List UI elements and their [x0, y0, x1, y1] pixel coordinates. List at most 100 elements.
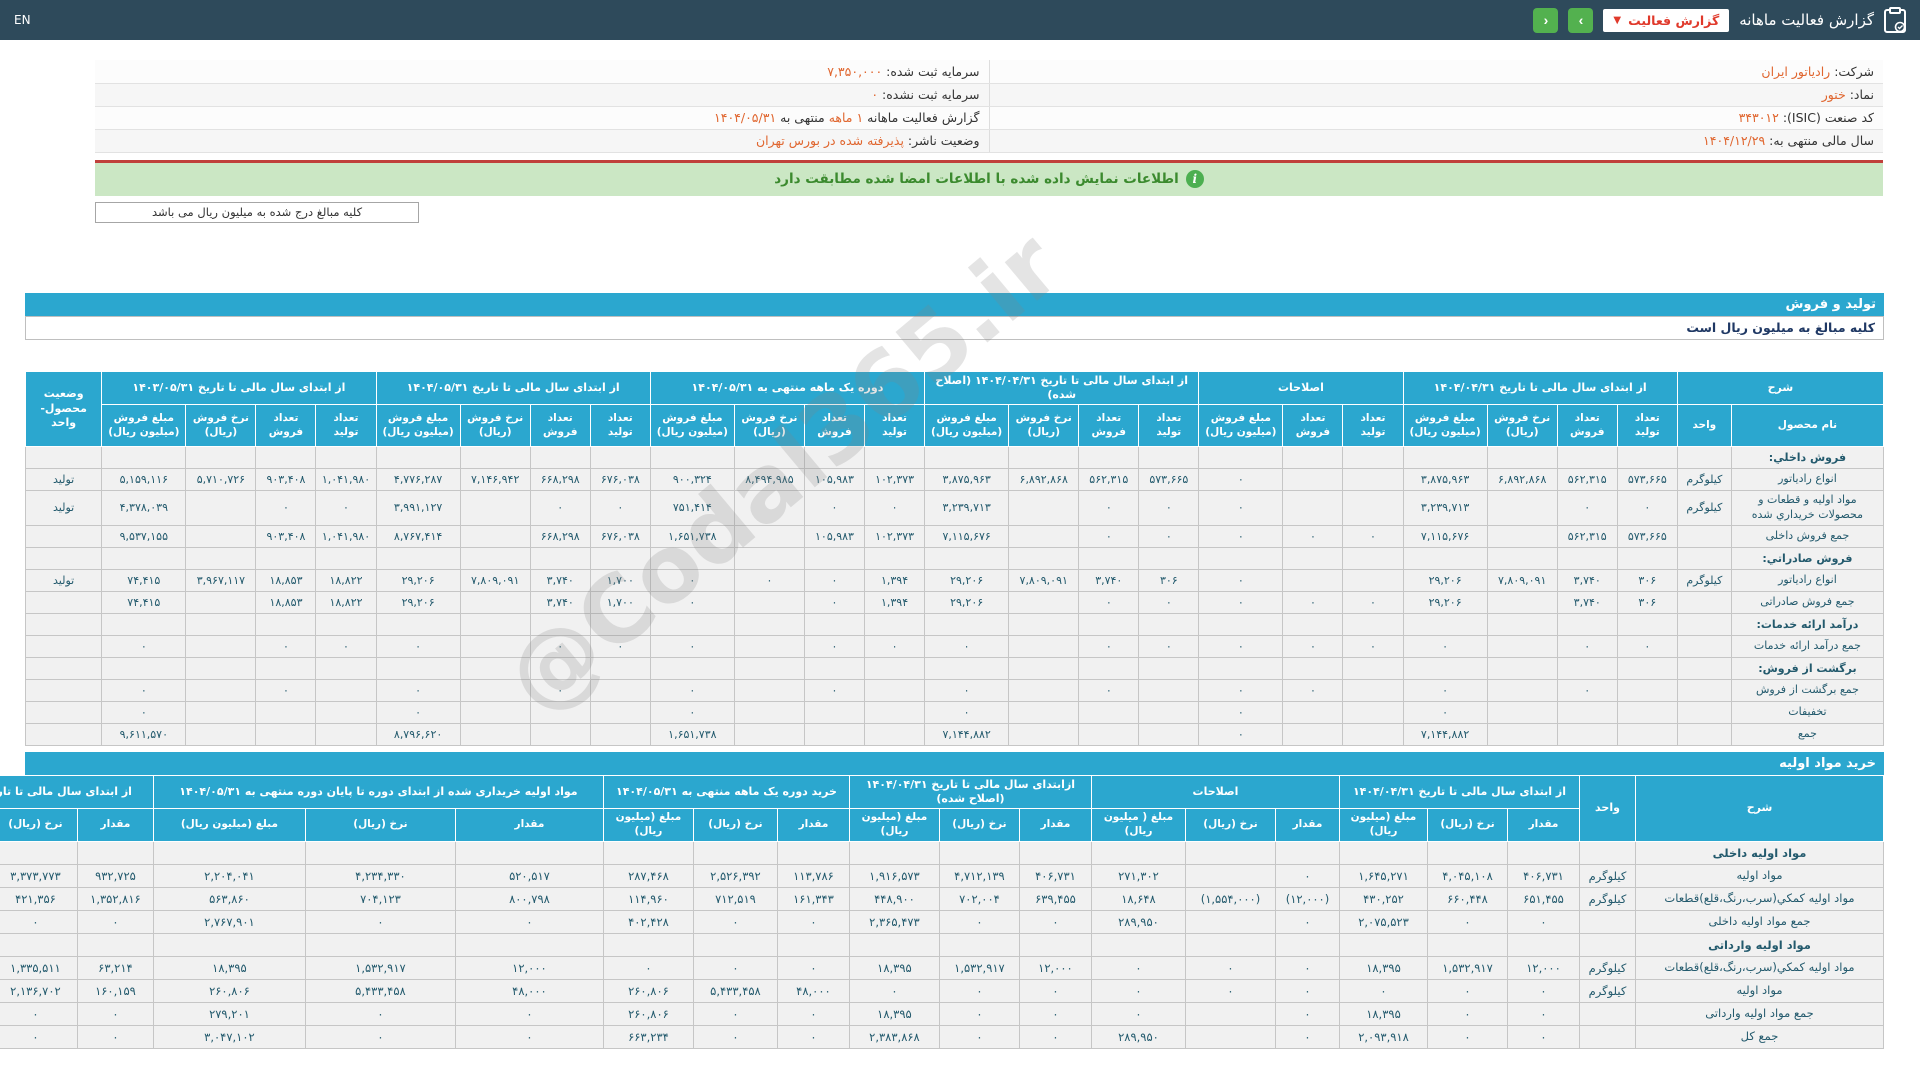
table-cell: ۰: [1507, 909, 1580, 934]
column-header: مبلغ ( میلیون ریال): [1090, 808, 1186, 842]
product-name-cell: جمع درآمد ارائه خدمات: [1730, 634, 1885, 658]
table-cell: [938, 840, 1020, 865]
column-header: تعداد فروش: [1556, 404, 1618, 448]
table-cell: ۰: [255, 634, 317, 658]
table-cell: ۴۸,۰۰۰: [776, 978, 850, 1003]
table-cell: ۰: [375, 678, 461, 702]
table-cell: ۶۷۶,۰۳۸: [589, 524, 651, 548]
table-cell: [1402, 546, 1488, 570]
table-cell: ۱۸,۸۲۲: [315, 568, 377, 592]
table-cell: [1556, 546, 1618, 570]
table-cell: ۰: [1274, 863, 1340, 888]
table-cell: ۱۸,۶۴۸: [1090, 886, 1186, 911]
section-row-label: فروش داخلي:: [1730, 446, 1885, 470]
table-cell: (۱۲,۰۰۰): [1274, 886, 1340, 911]
table-cell: ۰: [1427, 1001, 1508, 1026]
company-info-right-cell: کد صنعت (ISIC): ۳۴۳۰۱۲: [988, 106, 1883, 130]
status-cell: [24, 590, 103, 614]
table-cell: ۰: [1138, 524, 1200, 548]
column-group-header: از ابتدای سال مالی تا تاریخ ۱۴۰۳/۰۵/۳۱: [101, 370, 377, 406]
table-cell: [1402, 612, 1488, 636]
table-cell: [1198, 656, 1284, 680]
column-header: مبلغ (میلیون ریال): [602, 808, 694, 842]
report-type-button[interactable]: گزارش فعالیت ▼: [1603, 8, 1730, 32]
column-group-header: اصلاحات: [1198, 370, 1404, 406]
table-cell: [1008, 700, 1080, 724]
table-cell: [1579, 840, 1636, 865]
table-cell: ۰: [1090, 1001, 1186, 1026]
table-row: جمع فروش صادراتی ۳۰۶ ۳,۷۴۰ ۲۹,۲۰۶ ۰ ۰ ۰ ۰ ۰ ۲۹,۲۰…: [24, 590, 1885, 614]
table-cell: [185, 490, 257, 526]
table-cell: [733, 524, 805, 548]
table-cell: [1486, 612, 1558, 636]
table-cell: ۰: [529, 678, 591, 702]
table-cell: ۰: [1274, 955, 1340, 980]
table-cell: [1090, 932, 1186, 957]
table-cell: ۰: [1078, 490, 1140, 526]
table-cell: ۶,۸۹۲,۸۶۸: [1486, 468, 1558, 492]
table-cell: ۷۰۴,۱۲۳: [304, 886, 456, 911]
table-cell: [1282, 546, 1344, 570]
info-label: سال مالی منتهی به:: [1765, 133, 1874, 148]
table-cell: ۱۰۵,۹۸۳: [803, 468, 866, 492]
table-cell: [1507, 840, 1580, 865]
product-name-cell: مواد اولیه: [1635, 863, 1884, 888]
table-row: جمع مواد اولیه وارداتی ۰ ۰ ۱۸,۳۹۵ ۰ ۰ ۰ ۰ ۱۸,۳۹۵…: [0, 1001, 1884, 1026]
table-cell: [1342, 722, 1404, 746]
table-cell: ۲۹,۲۰۶: [1402, 590, 1488, 614]
table-cell: [1198, 612, 1284, 636]
table-cell: ۰: [1274, 1001, 1340, 1026]
table-cell: ۰: [1427, 978, 1508, 1003]
column-header: نرخ (ریال): [1427, 808, 1508, 842]
section-row: مواد اولیه داخلی: [0, 840, 1884, 865]
product-name-cell: جمع فروش داخلی: [1730, 524, 1885, 548]
table-cell: ۸,۷۶۷,۴۱۴: [375, 524, 461, 548]
table-cell: ۰: [1507, 1024, 1580, 1049]
table-cell: [589, 612, 651, 636]
table-cell: [848, 932, 940, 957]
table-cell: ۲۹,۲۰۶: [375, 590, 461, 614]
next-report-button[interactable]: ›: [1568, 7, 1594, 33]
product-name-cell: تخفیفات: [1730, 700, 1885, 724]
table-cell: ۱,۶۵۱,۷۳۸: [649, 524, 735, 548]
language-switch-link[interactable]: EN: [14, 13, 31, 27]
table-cell: ۳,۷۴۰: [529, 590, 591, 614]
previous-report-button[interactable]: ‹: [1533, 7, 1559, 33]
table-cell: ۰: [776, 909, 850, 934]
table-cell: ۰: [649, 568, 735, 592]
table-cell: [185, 656, 257, 680]
table-cell: ۰: [304, 1024, 456, 1049]
table-cell: [803, 700, 866, 724]
table-cell: ۱۰۵,۹۸۳: [803, 524, 866, 548]
table-cell: ۱,۶۵۱,۷۳۸: [649, 722, 735, 746]
table-cell: ۵۶۲,۳۱۵: [1556, 468, 1618, 492]
column-header: نرخ فروش (ریال): [459, 404, 531, 448]
column-group-header: از ابتدای سال مالی تا تاریخ ۱۴۰۴/۰۴/۳۱: [1338, 774, 1581, 810]
table-cell: [304, 932, 456, 957]
table-cell: ۱,۷۰۰: [589, 590, 651, 614]
table-cell: ۰: [1138, 490, 1200, 526]
table-cell: ۰: [529, 490, 591, 526]
table-cell: [1184, 932, 1276, 957]
table-cell: ۰: [1078, 524, 1140, 548]
table-row: انواع رادیاتور کیلوگرم ۵۷۳,۶۶۵ ۵۶۲,۳۱۵ ۶,۸۹۲…: [24, 468, 1885, 492]
column-header: تعداد تولید: [1342, 404, 1404, 448]
table-cell: [315, 700, 377, 724]
clipboard-icon: [1884, 7, 1906, 33]
table-cell: [733, 700, 805, 724]
table-cell: [375, 546, 461, 570]
table-cell: [733, 490, 805, 526]
table-cell: [803, 612, 866, 636]
table-cell: [1507, 932, 1580, 957]
table-cell: ۲,۳۸۳,۸۶۸: [848, 1024, 940, 1049]
section-row-label: برگشت از فروش:: [1730, 656, 1885, 680]
column-header: نرخ (ریال): [692, 808, 778, 842]
column-header: تعداد فروش: [255, 404, 317, 448]
table-cell: ۰: [864, 490, 926, 526]
table-cell: [1486, 490, 1558, 526]
table-cell: ۴,۷۱۲,۱۳۹: [938, 863, 1020, 888]
unit-cell: [1676, 722, 1732, 746]
table-cell: [1486, 590, 1558, 614]
table-cell: ۰: [803, 568, 866, 592]
table-cell: [1486, 546, 1558, 570]
